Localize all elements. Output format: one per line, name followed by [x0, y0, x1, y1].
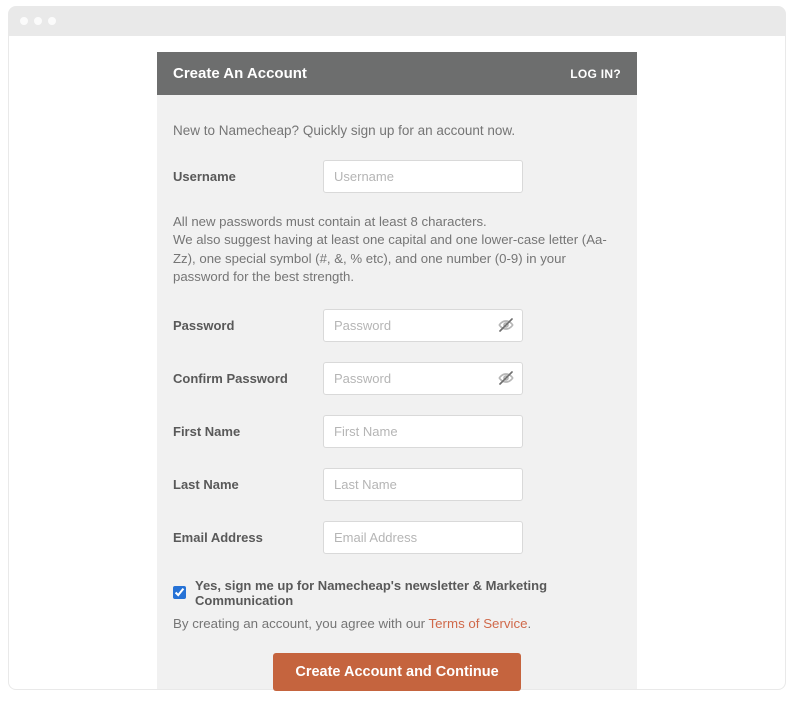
viewport: Create An Account LOG IN? New to Nameche… — [8, 36, 786, 690]
password-label: Password — [173, 318, 323, 333]
first-name-label: First Name — [173, 424, 323, 439]
confirm-password-label: Confirm Password — [173, 371, 323, 386]
password-help-text: All new passwords must contain at least … — [173, 213, 621, 287]
terms-prefix: By creating an account, you agree with o… — [173, 616, 429, 631]
create-account-button[interactable]: Create Account and Continue — [273, 653, 520, 691]
browser-chrome — [8, 6, 786, 36]
window-dot — [34, 17, 42, 25]
window-dot — [20, 17, 28, 25]
email-label: Email Address — [173, 530, 323, 545]
last-name-input[interactable] — [323, 468, 523, 501]
last-name-label: Last Name — [173, 477, 323, 492]
email-input[interactable] — [323, 521, 523, 554]
newsletter-label: Yes, sign me up for Namecheap's newslett… — [195, 578, 621, 608]
signup-panel: Create An Account LOG IN? New to Nameche… — [157, 52, 637, 689]
password-row: Password — [173, 309, 621, 352]
first-name-row: First Name — [173, 415, 621, 458]
eye-off-icon[interactable] — [498, 370, 514, 386]
panel-body: New to Namecheap? Quickly sign up for an… — [157, 95, 637, 713]
email-row: Email Address — [173, 521, 621, 564]
confirm-password-row: Confirm Password — [173, 362, 621, 405]
last-name-row: Last Name — [173, 468, 621, 511]
confirm-password-input[interactable] — [323, 362, 523, 395]
terms-suffix: . — [528, 616, 532, 631]
terms-of-service-link[interactable]: Terms of Service — [429, 616, 528, 631]
username-input[interactable] — [323, 160, 523, 193]
first-name-input[interactable] — [323, 415, 523, 448]
intro-text: New to Namecheap? Quickly sign up for an… — [173, 123, 621, 138]
password-input[interactable] — [323, 309, 523, 342]
panel-header: Create An Account LOG IN? — [157, 52, 637, 95]
newsletter-checkbox[interactable] — [173, 586, 186, 599]
terms-line: By creating an account, you agree with o… — [173, 616, 621, 631]
newsletter-row: Yes, sign me up for Namecheap's newslett… — [173, 578, 621, 608]
login-link[interactable]: LOG IN? — [570, 67, 621, 81]
username-row: Username — [173, 160, 621, 203]
eye-off-icon[interactable] — [498, 317, 514, 333]
panel-title: Create An Account — [173, 65, 307, 82]
window-dot — [48, 17, 56, 25]
username-label: Username — [173, 169, 323, 184]
